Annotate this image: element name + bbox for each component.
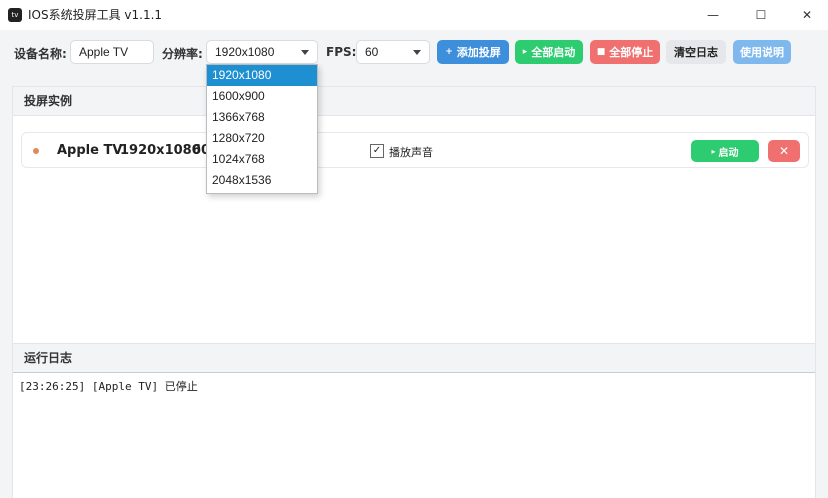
clear-log-label: 清空日志 (674, 46, 718, 59)
chevron-down-icon (301, 50, 309, 55)
instance-row: Apple TV 1920x1080 60 ✓ 播放声音 ▸ 启动 ✕ (21, 132, 809, 168)
start-all-button[interactable]: ▸ 全部启动 (515, 40, 583, 64)
title-bar: tv IOS系统投屏工具 v1.1.1 — ☐ ✕ (0, 0, 828, 31)
device-name-input[interactable]: Apple TV (70, 40, 154, 64)
instances-panel-title: 投屏实例 (13, 87, 815, 116)
start-instance-button[interactable]: ▸ 启动 (691, 140, 759, 162)
play-icon: ▸ (522, 47, 528, 57)
resolution-dropdown-list: 1920x1080 1600x900 1366x768 1280x720 102… (206, 64, 318, 194)
maximize-icon: ☐ (755, 8, 767, 22)
play-audio-label: 播放声音 (389, 146, 433, 159)
resolution-option[interactable]: 2048x1536 (207, 170, 317, 191)
chevron-down-icon (413, 50, 421, 55)
minimize-button[interactable]: — (690, 0, 736, 30)
log-panel: 运行日志 [23:26:25] [Apple TV] 已停止 (12, 343, 816, 498)
add-mirror-label: 添加投屏 (456, 46, 501, 59)
close-window-button[interactable]: ✕ (784, 0, 828, 30)
resolution-select-value: 1920x1080 (215, 45, 275, 59)
maximize-button[interactable]: ☐ (738, 0, 784, 30)
resolution-option[interactable]: 1366x768 (207, 107, 317, 128)
toolbar: 设备名称: Apple TV 分辨率: 1920x1080 FPS: 60 + … (0, 30, 828, 78)
stop-all-button[interactable]: ■ 全部停止 (590, 40, 660, 64)
help-label: 使用说明 (740, 46, 784, 59)
fps-label: FPS: (326, 45, 357, 59)
minimize-icon: — (707, 8, 719, 22)
instances-panel: 投屏实例 Apple TV 1920x1080 60 ✓ 播放声音 ▸ 启动 ✕ (12, 86, 816, 344)
add-mirror-button[interactable]: + 添加投屏 (437, 40, 509, 64)
play-audio-checkbox[interactable]: ✓ (370, 144, 384, 158)
resolution-label: 分辨率: (162, 47, 203, 61)
resolution-option[interactable]: 1920x1080 (207, 65, 317, 86)
start-instance-label: 启动 (718, 147, 739, 159)
instance-name: Apple TV (57, 143, 123, 158)
fps-select-value: 60 (365, 45, 379, 59)
close-icon: ✕ (801, 8, 813, 22)
plus-icon: + (445, 47, 453, 57)
stop-all-label: 全部停止 (609, 46, 654, 59)
log-panel-title: 运行日志 (13, 344, 815, 373)
log-line: [23:26:25] [Apple TV] 已停止 (19, 380, 198, 393)
start-all-label: 全部启动 (531, 46, 576, 59)
log-textarea[interactable]: [23:26:25] [Apple TV] 已停止 (13, 372, 815, 472)
resolution-select[interactable]: 1920x1080 (206, 40, 318, 64)
checkmark-icon: ✓ (372, 145, 382, 156)
window-title: IOS系统投屏工具 v1.1.1 (28, 8, 163, 22)
resolution-option[interactable]: 1280x720 (207, 128, 317, 149)
play-icon: ▸ (711, 146, 716, 156)
instance-resolution: 1920x1080 (120, 143, 201, 158)
stop-icon: ■ (596, 47, 606, 57)
status-dot (33, 148, 39, 154)
help-button[interactable]: 使用说明 (733, 40, 791, 64)
remove-instance-button[interactable]: ✕ (768, 140, 800, 162)
close-icon: ✕ (778, 144, 790, 158)
clear-log-button[interactable]: 清空日志 (666, 40, 726, 64)
apple-tv-app-icon: tv (8, 8, 22, 22)
resolution-option[interactable]: 1600x900 (207, 86, 317, 107)
device-name-label: 设备名称: (14, 47, 67, 61)
fps-select[interactable]: 60 (356, 40, 430, 64)
resolution-option[interactable]: 1024x768 (207, 149, 317, 170)
